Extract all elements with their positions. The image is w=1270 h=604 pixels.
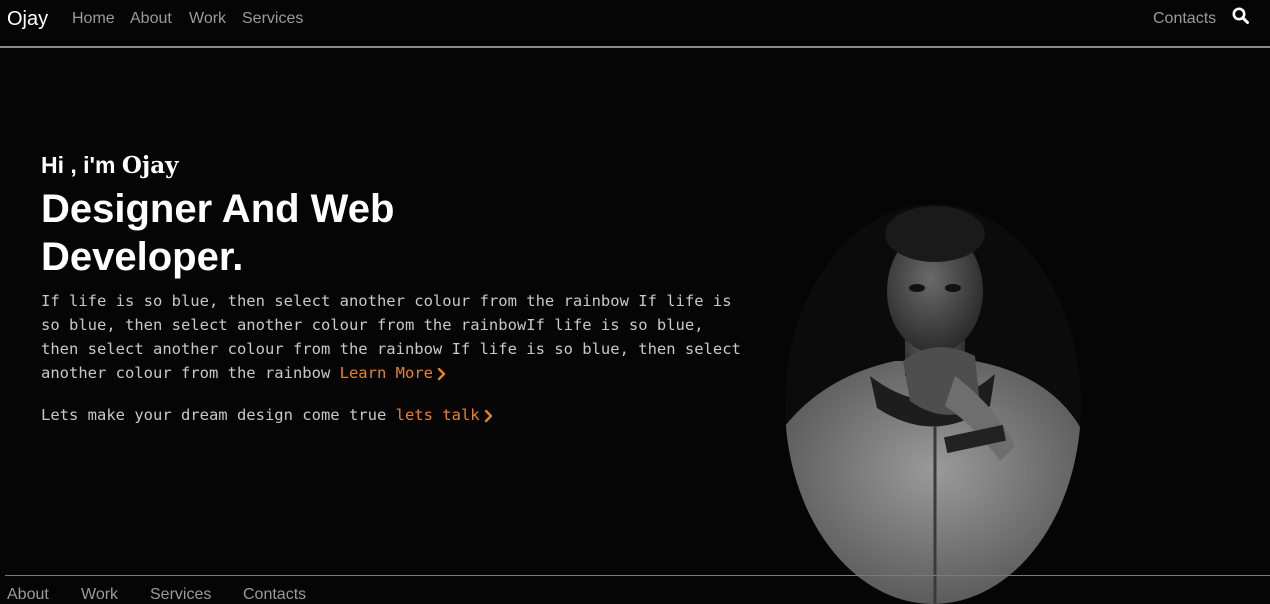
cta-line: Lets make your dream design come true le… bbox=[41, 406, 493, 424]
portrait-image bbox=[785, 176, 1085, 604]
page-title: Designer And Web Developer. bbox=[41, 185, 741, 281]
footer-divider bbox=[5, 575, 1270, 576]
nav-link-work[interactable]: Work bbox=[189, 10, 226, 28]
greeting: Hi , i'm Ojay bbox=[41, 150, 741, 181]
bio-text: If life is so blue, then select another … bbox=[41, 289, 741, 385]
footer-link-work[interactable]: Work bbox=[81, 586, 118, 604]
footer-link-contacts[interactable]: Contacts bbox=[243, 586, 306, 604]
cta-text: Lets make your dream design come true bbox=[41, 406, 387, 424]
headline-line-1: Designer And Web bbox=[41, 187, 395, 231]
top-navbar: Ojay Home About Work Services Contacts bbox=[0, 0, 1270, 48]
chevron-right-icon bbox=[437, 367, 446, 380]
portrait-illustration bbox=[785, 204, 1081, 604]
learn-more-link[interactable]: Learn More bbox=[340, 364, 446, 382]
hero-section: Hi , i'm Ojay Designer And Web Developer… bbox=[41, 150, 741, 385]
greeting-name: Ojay bbox=[121, 152, 179, 179]
search-icon[interactable] bbox=[1231, 6, 1251, 26]
footer-link-services[interactable]: Services bbox=[150, 586, 211, 604]
lets-talk-link[interactable]: lets talk bbox=[396, 406, 493, 424]
headline-line-2: Developer. bbox=[41, 235, 244, 279]
chevron-right-icon bbox=[484, 409, 492, 422]
lets-talk-label: lets talk bbox=[395, 406, 480, 424]
footer-link-about[interactable]: About bbox=[7, 586, 49, 604]
learn-more-label: Learn More bbox=[339, 364, 433, 382]
brand-logo[interactable]: Ojay bbox=[7, 8, 48, 31]
nav-link-home[interactable]: Home bbox=[72, 10, 115, 28]
nav-link-contacts[interactable]: Contacts bbox=[1153, 10, 1216, 28]
greeting-prefix: Hi , i'm bbox=[41, 152, 122, 178]
nav-link-about[interactable]: About bbox=[130, 10, 172, 28]
nav-link-services[interactable]: Services bbox=[242, 10, 303, 28]
